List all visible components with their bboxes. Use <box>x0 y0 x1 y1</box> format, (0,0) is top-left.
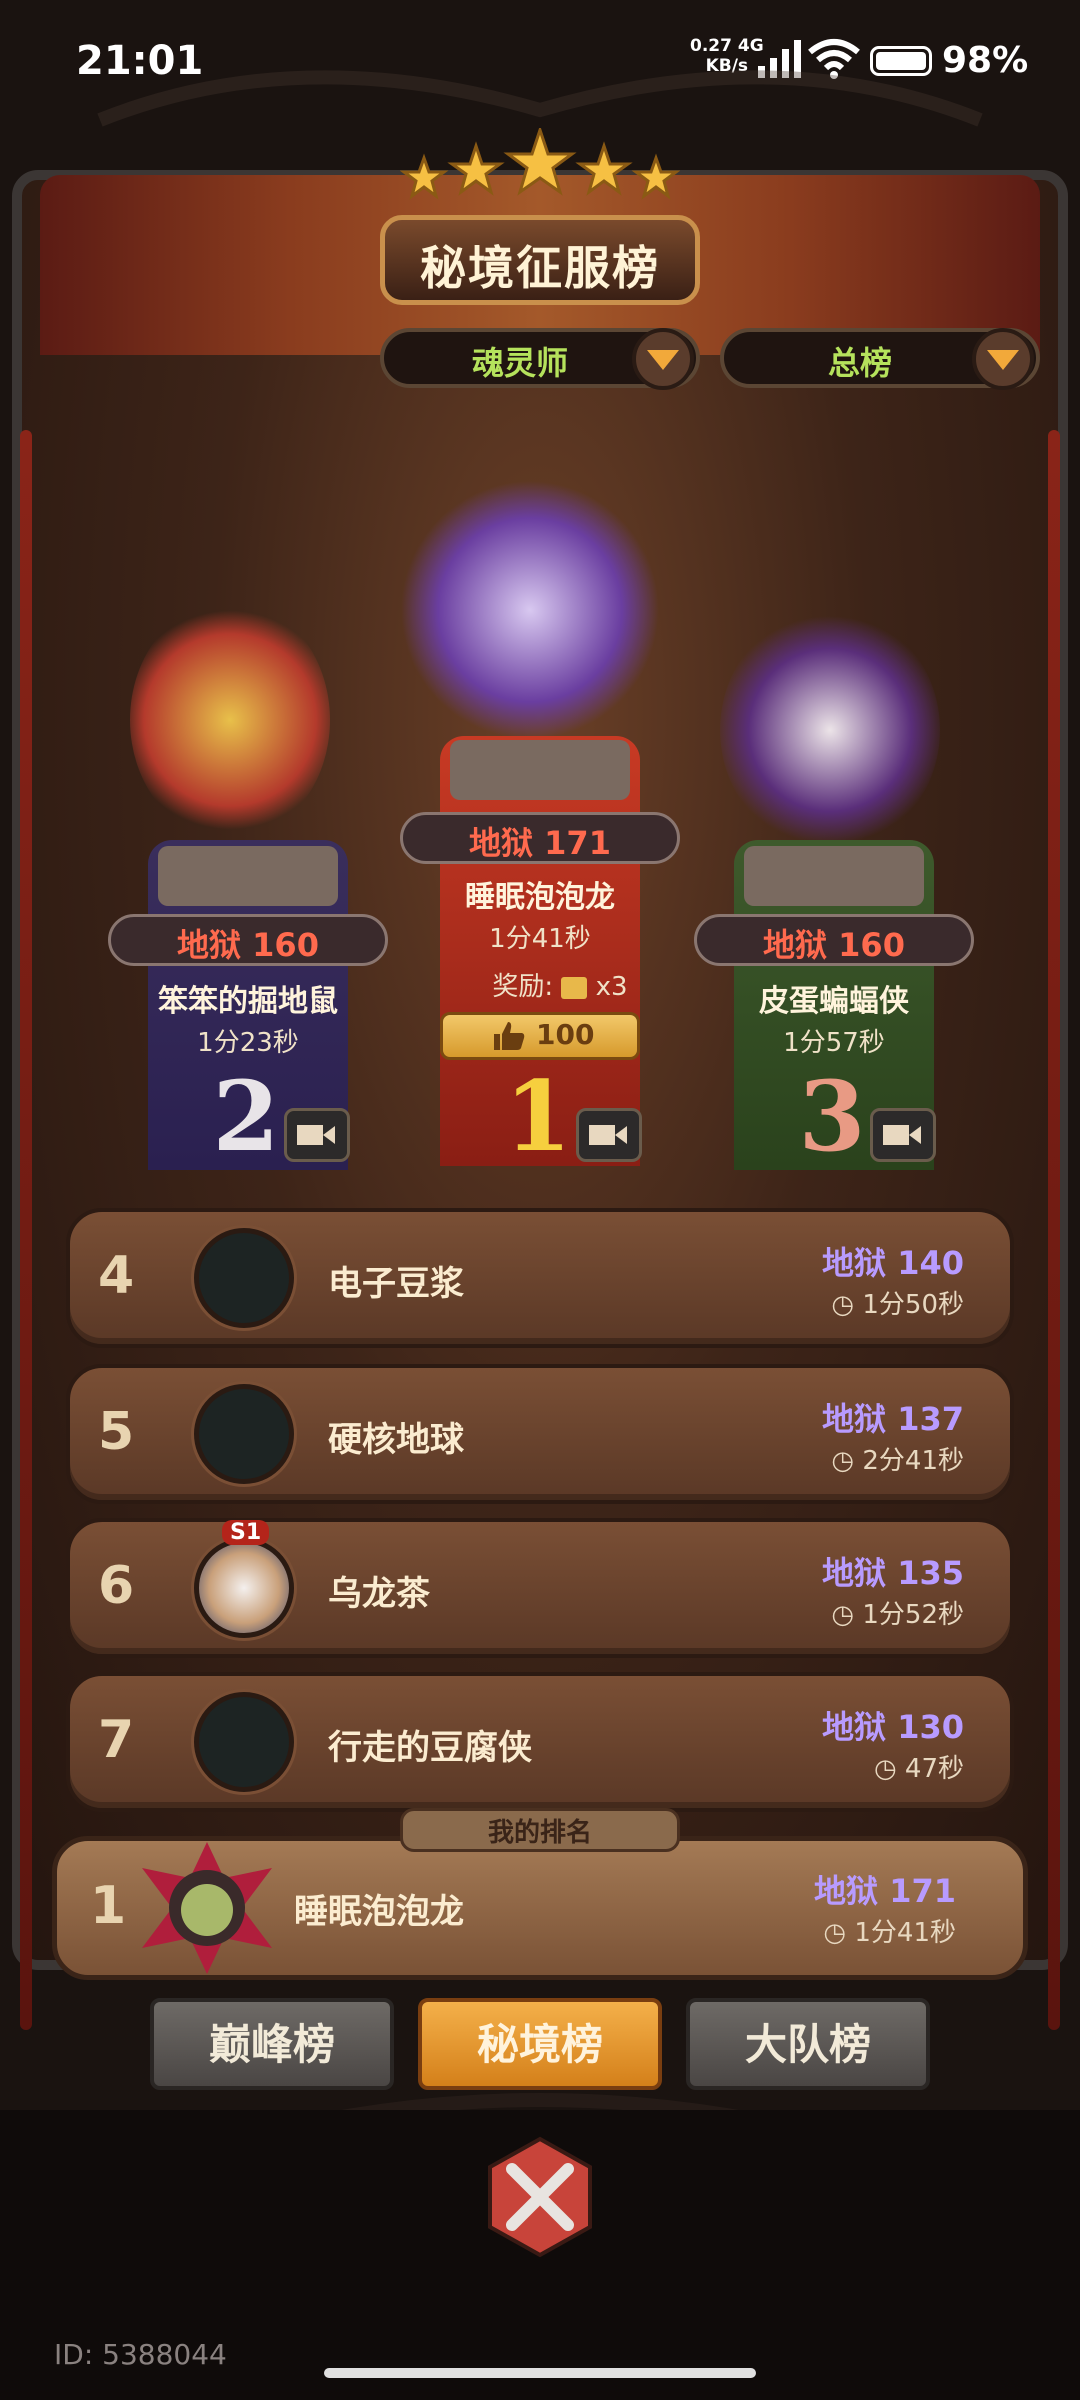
video-camera-icon <box>589 1125 627 1145</box>
stars-rating <box>400 128 680 200</box>
right-rail <box>1048 430 1060 2030</box>
treasure-chest-icon <box>561 976 588 999</box>
row-time-value: 2分41秒 <box>862 1446 964 1476</box>
thumbs-up-icon <box>494 1022 525 1050</box>
podium-1-level: 地狱 171 <box>469 824 611 862</box>
row-rank: 5 <box>98 1402 135 1462</box>
row-player-name: 乌龙茶 <box>328 1574 430 1614</box>
clock-icon: ◷ <box>831 1600 863 1630</box>
player-id: ID: 5388044 <box>54 2338 227 2371</box>
row-player-name: 硬核地球 <box>328 1420 464 1460</box>
my-time: ◷ 1分41秒 <box>700 1912 956 1949</box>
avatar[interactable] <box>194 1228 294 1328</box>
podium-1-top <box>450 740 630 800</box>
podium-3-replay-button[interactable] <box>870 1108 936 1162</box>
player-2-character[interactable] <box>130 600 330 840</box>
like-count: 100 <box>536 1018 595 1051</box>
podium-3-time: 1分57秒 <box>783 1028 885 1058</box>
row-time: ◷ 1分50秒 <box>700 1284 964 1321</box>
row-score: 地狱 135 <box>822 1554 964 1592</box>
podium-1-reward[interactable]: 奖励: x3 <box>460 966 660 1006</box>
podium-3-name: 皮蛋蝙蝠侠 <box>759 984 909 1019</box>
my-player-name: 睡眠泡泡龙 <box>294 1892 464 1932</box>
player-3-character[interactable] <box>720 610 940 850</box>
page-title: 秘境征服榜 <box>420 241 660 295</box>
tab-peak[interactable]: 巅峰榜 <box>150 1998 394 2090</box>
row-time: ◷ 1分52秒 <box>700 1594 964 1631</box>
podium-1-name: 睡眠泡泡龙 <box>465 880 615 915</box>
row-rank: 6 <box>98 1556 135 1616</box>
video-camera-icon <box>883 1125 921 1145</box>
podium-1-replay-button[interactable] <box>576 1108 642 1162</box>
podium-2-replay-button[interactable] <box>284 1108 350 1162</box>
my-time-value: 1分41秒 <box>854 1918 956 1948</box>
podium-2-level: 地狱 160 <box>177 926 319 964</box>
chevron-down-icon <box>647 350 679 370</box>
row-score: 地狱 130 <box>822 1708 964 1746</box>
row-rank: 4 <box>98 1246 135 1306</box>
podium-3-level: 地狱 160 <box>763 926 905 964</box>
left-rail <box>20 430 32 2030</box>
podium-2-time: 1分23秒 <box>197 1028 299 1058</box>
clock-icon: ◷ <box>831 1446 863 1476</box>
my-avatar[interactable] <box>132 1838 282 1978</box>
my-rank-label: 我的排名 <box>487 1818 592 1848</box>
row-score: 地狱 140 <box>822 1244 964 1282</box>
player-1-character[interactable] <box>400 480 660 740</box>
podium-2-name: 笨笨的掘地鼠 <box>158 984 338 1019</box>
row-score: 地狱 137 <box>822 1400 964 1438</box>
class-filter-label: 魂灵师 <box>471 344 568 382</box>
clock-icon: ◷ <box>823 1918 855 1948</box>
tab-secret-realm[interactable]: 秘境榜 <box>418 1998 662 2090</box>
podium-2-top <box>158 846 338 906</box>
podium-2-rank: 2 <box>212 1060 280 1173</box>
row-time: ◷ 2分41秒 <box>700 1440 964 1477</box>
podium-3-rank: 3 <box>798 1060 866 1173</box>
my-rank-number: 1 <box>90 1876 127 1936</box>
row-player-name: 行走的豆腐侠 <box>328 1728 532 1768</box>
podium-3-top <box>744 846 924 906</box>
row-player-name: 电子豆浆 <box>328 1264 464 1304</box>
reward-label: 奖励: <box>492 972 554 1002</box>
board-filter-label: 总榜 <box>827 344 892 382</box>
row-time-value: 47秒 <box>904 1754 964 1784</box>
podium-1-rank: 1 <box>504 1060 572 1173</box>
podium-1-time: 1分41秒 <box>489 924 591 954</box>
home-indicator[interactable] <box>324 2368 756 2378</box>
close-icon[interactable] <box>478 2135 602 2259</box>
my-score: 地狱 171 <box>814 1872 956 1910</box>
avatar[interactable] <box>194 1384 294 1484</box>
tab-team[interactable]: 大队榜 <box>686 1998 930 2090</box>
row-time-value: 1分50秒 <box>862 1290 964 1320</box>
row-time: ◷ 47秒 <box>700 1748 964 1785</box>
avatar[interactable] <box>194 1538 294 1638</box>
clock-icon: ◷ <box>831 1290 863 1320</box>
reward-count: x3 <box>595 972 628 1002</box>
avatar[interactable] <box>194 1692 294 1792</box>
row-rank: 7 <box>98 1710 135 1770</box>
season-badge: S1 <box>222 1520 270 1545</box>
video-camera-icon <box>297 1125 335 1145</box>
chevron-down-icon <box>987 350 1019 370</box>
row-time-value: 1分52秒 <box>862 1600 964 1630</box>
clock-icon: ◷ <box>873 1754 905 1784</box>
